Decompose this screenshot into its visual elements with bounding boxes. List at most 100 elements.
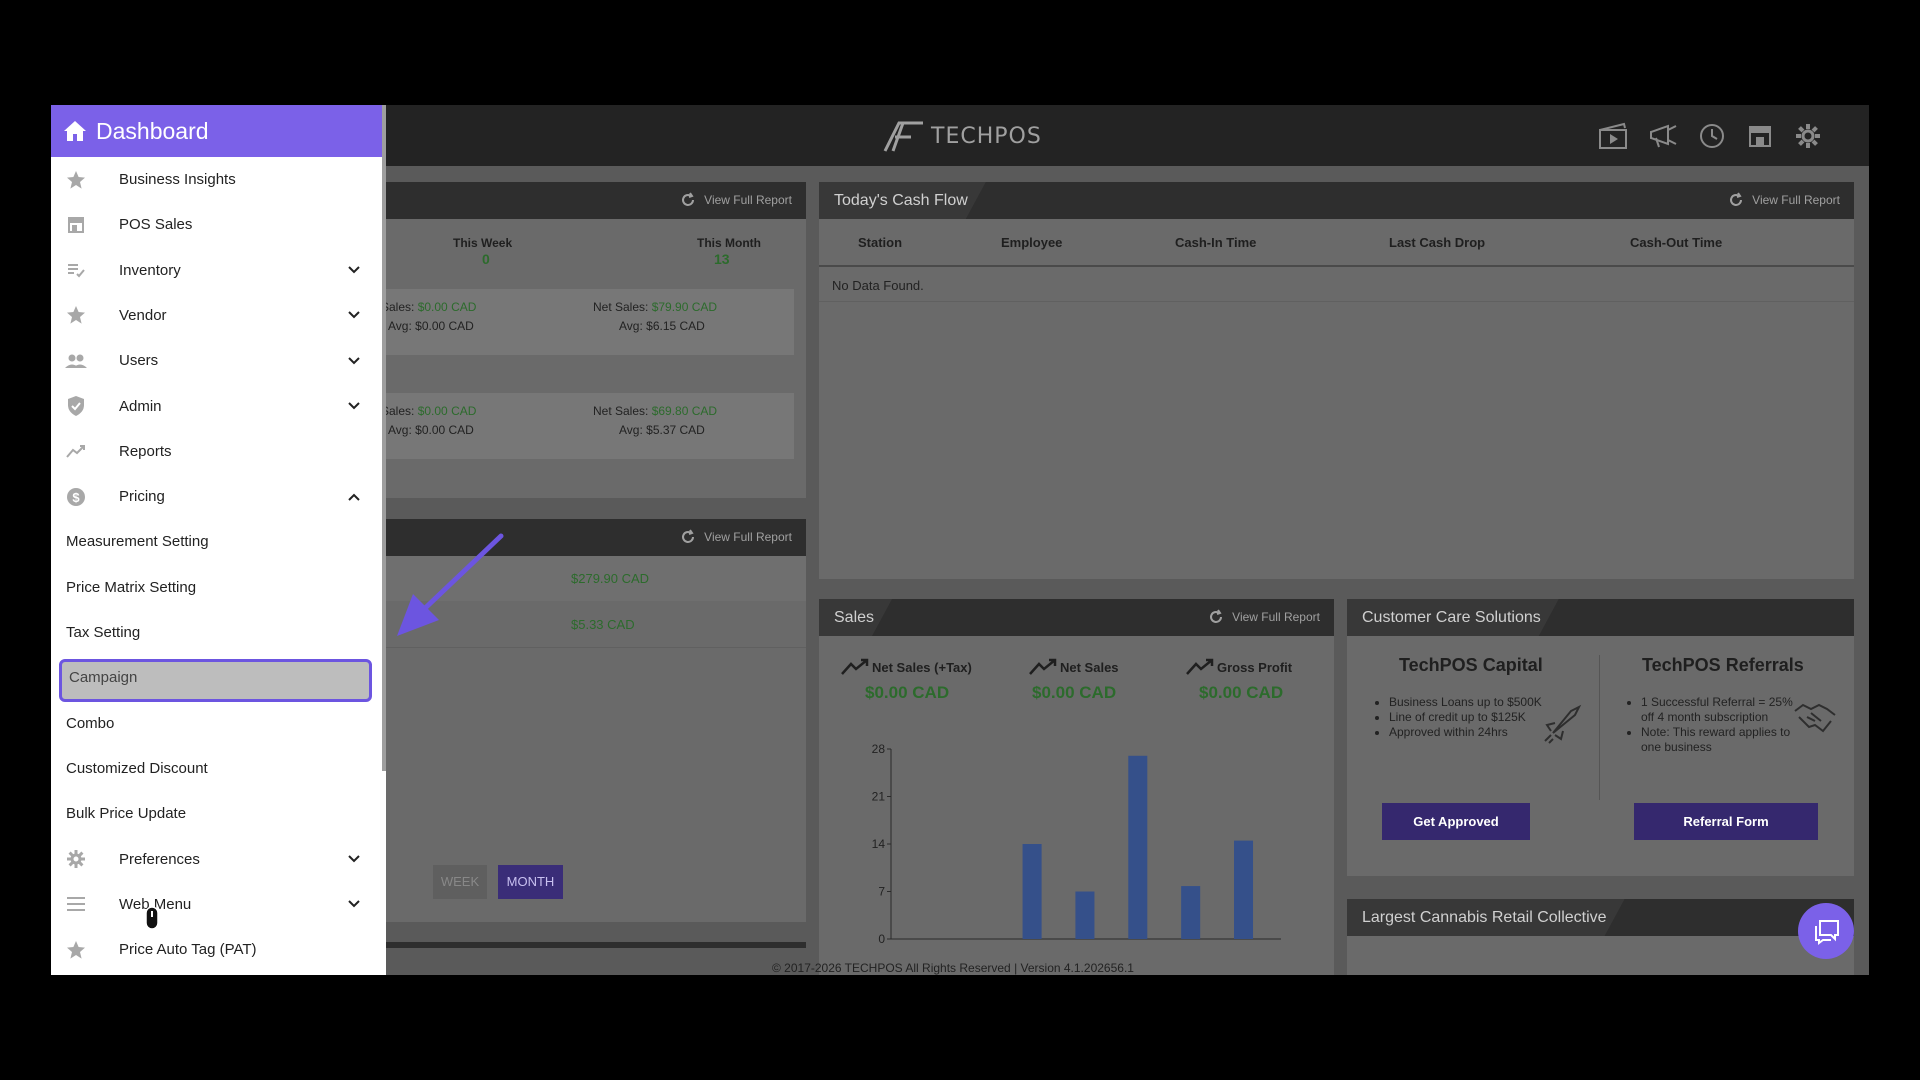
sidebar-item-preferences[interactable]: Preferences xyxy=(51,837,386,882)
metric-gross-profit-label: Gross Profit xyxy=(1186,658,1292,676)
chart-bar[interactable] xyxy=(1234,840,1254,939)
panel-header: Today's Cash Flow View Full Report xyxy=(819,182,1854,219)
menu-icon xyxy=(65,893,87,915)
sidebar-item-bulk-price-update[interactable]: Bulk Price Update xyxy=(51,791,386,836)
sidebar-item-label: Vendor xyxy=(119,306,167,324)
chat-support-button[interactable] xyxy=(1798,903,1854,959)
sidebar-item-label: Measurement Setting xyxy=(66,533,209,551)
panel-header: Sales View Full Report xyxy=(819,599,1334,636)
referral-title: TechPOS Referrals xyxy=(1642,655,1804,675)
y-tick-label: 7 xyxy=(878,885,885,899)
people-icon xyxy=(65,350,87,372)
view-full-report-link[interactable]: View Full Report xyxy=(1728,192,1840,208)
chart-bar[interactable] xyxy=(1181,886,1201,939)
column-station[interactable]: Station xyxy=(858,235,902,250)
chevron-down-icon xyxy=(348,402,360,410)
sidebar-item-label: Reports xyxy=(119,442,172,460)
star-icon xyxy=(65,939,87,961)
refresh-icon xyxy=(1210,609,1223,623)
column-employee[interactable]: Employee xyxy=(1001,235,1062,250)
sidebar-dashboard-header[interactable]: Dashboard xyxy=(51,105,386,157)
sidebar-item-label: Inventory xyxy=(119,261,181,279)
panel-header: Customer Care Solutions xyxy=(1347,599,1854,636)
rocket-icon xyxy=(1544,704,1582,744)
chevron-down-icon xyxy=(348,855,360,863)
week-button[interactable]: WEEK xyxy=(433,865,487,899)
sidebar-item-users[interactable]: Users xyxy=(51,338,386,383)
view-full-report-link[interactable]: View Full Report xyxy=(1208,609,1320,625)
chart-bar[interactable] xyxy=(1022,844,1042,939)
sidebar-item-pos-sales[interactable]: POS Sales xyxy=(51,202,386,247)
y-tick-label: 21 xyxy=(872,790,886,804)
y-tick-label: 14 xyxy=(872,837,886,851)
sidebar-item-pricing[interactable]: $ Pricing xyxy=(51,474,386,519)
megaphone-icon[interactable] xyxy=(1646,119,1680,153)
sidebar-item-label: Bulk Price Update xyxy=(66,805,187,823)
sidebar-item-combo[interactable]: Combo xyxy=(51,701,386,746)
trending-up-icon xyxy=(1186,658,1214,675)
metric-net-sales-label: Net Sales xyxy=(1029,658,1119,676)
column-last-cash-drop[interactable]: Last Cash Drop xyxy=(1389,235,1485,250)
chart-bar[interactable] xyxy=(1128,755,1148,939)
column-cash-in-time[interactable]: Cash-In Time xyxy=(1175,235,1256,250)
chevron-down-icon xyxy=(348,356,360,365)
video-icon[interactable] xyxy=(1596,119,1630,153)
sidebar-item-tax-setting[interactable]: Tax Setting xyxy=(51,610,386,655)
cash-flow-panel: Today's Cash Flow View Full Report Stati… xyxy=(819,182,1854,579)
sidebar-header-label: Dashboard xyxy=(96,117,209,144)
sidebar-item-price-matrix-setting[interactable]: Price Matrix Setting xyxy=(51,565,386,610)
sidebar-item-vendor[interactable]: Vendor xyxy=(51,293,386,338)
sidebar-item-campaign[interactable]: Campaign xyxy=(51,655,386,700)
sidebar-item-customized-discount[interactable]: Customized Discount xyxy=(51,746,386,791)
get-approved-button[interactable]: Get Approved xyxy=(1382,803,1530,840)
star-icon xyxy=(65,169,87,191)
y-tick-label: 28 xyxy=(872,742,886,756)
sidebar-item-inventory[interactable]: Inventory xyxy=(51,248,386,293)
sidebar-item-label: Business Insights xyxy=(119,171,236,188)
store-icon[interactable] xyxy=(1743,119,1777,153)
table-divider xyxy=(819,265,1854,267)
refresh-icon xyxy=(682,529,695,543)
sidebar-scrollbar[interactable] xyxy=(382,105,386,771)
mouse-cursor-icon xyxy=(145,906,159,930)
sales-title: Sales xyxy=(819,599,892,636)
sidebar-item-label: Campaign xyxy=(69,669,138,687)
sidebar-item-reports[interactable]: Reports xyxy=(51,429,386,474)
chevron-up-icon xyxy=(348,493,360,501)
this-month-label: This Month xyxy=(697,236,761,250)
row-divider xyxy=(819,301,1854,302)
sidebar-item-label: Price Matrix Setting xyxy=(66,578,197,596)
sidebar-item-label: POS Sales xyxy=(119,216,193,234)
capital-points: Business Loans up to $500K Line of credi… xyxy=(1367,695,1549,740)
view-full-report-link[interactable]: View Full Report xyxy=(680,192,792,208)
sidebar-item-business-insights[interactable]: Business Insights xyxy=(51,157,386,202)
sidebar-item-price-auto-tag-pat[interactable]: Price Auto Tag (PAT) xyxy=(51,927,386,972)
customer-care-title: Customer Care Solutions xyxy=(1347,599,1559,636)
summary-row-2: Sales: $0.00 CAD Avg: $0.00 CAD Net Sale… xyxy=(381,393,794,459)
cash-flow-title: Today's Cash Flow xyxy=(819,182,986,219)
trending-icon xyxy=(65,440,87,462)
techpos-logo[interactable]: TECHPOS xyxy=(881,115,1042,157)
refresh-icon xyxy=(682,192,695,206)
metric-net-sales-tax-value: $0.00 CAD xyxy=(865,683,950,702)
referral-form-button[interactable]: Referral Form xyxy=(1634,803,1818,840)
trending-up-icon xyxy=(1029,658,1057,675)
footer-copyright: © 2017-2026 TECHPOS All Rights Reserved … xyxy=(772,961,1134,975)
panel-header: View Full Report xyxy=(381,182,806,219)
sidebar-item-web-menu[interactable]: Web Menu xyxy=(51,882,386,927)
column-cash-out-time[interactable]: Cash-Out Time xyxy=(1630,235,1722,250)
chart-bar[interactable] xyxy=(1075,891,1095,940)
sidebar-item-label: Users xyxy=(119,352,159,370)
svg-text:$: $ xyxy=(72,490,80,505)
pointer-arrow-annotation xyxy=(397,533,504,636)
home-icon xyxy=(64,121,86,141)
sidebar-item-admin[interactable]: Admin xyxy=(51,384,386,429)
sidebar-item-label: Tax Setting xyxy=(66,624,141,641)
handshake-icon xyxy=(1794,703,1836,733)
month-button[interactable]: MONTH xyxy=(498,865,563,899)
clock-icon[interactable] xyxy=(1695,119,1729,153)
gear-icon[interactable] xyxy=(1791,119,1825,153)
view-full-report-link[interactable]: View Full Report xyxy=(680,529,792,545)
sidebar-item-measurement-setting[interactable]: Measurement Setting xyxy=(51,519,386,564)
customer-care-panel: Customer Care Solutions TechPOS Capital … xyxy=(1347,599,1854,876)
